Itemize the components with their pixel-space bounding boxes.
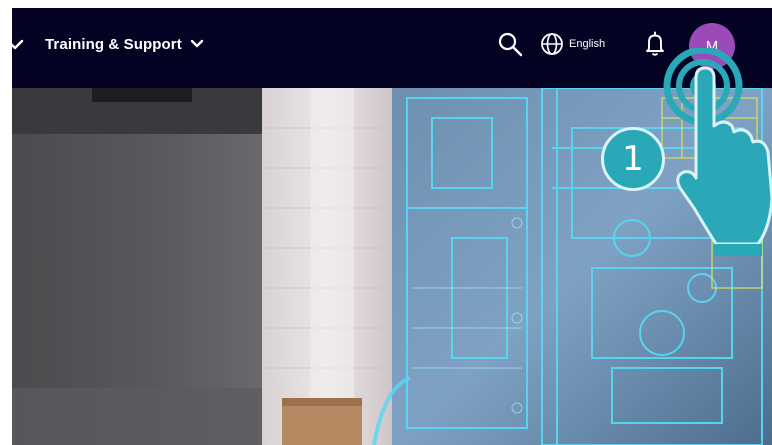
step-number: 1: [622, 139, 644, 179]
language-selector[interactable]: English: [540, 30, 605, 58]
search-icon[interactable]: [496, 30, 524, 58]
step-number-badge: 1: [601, 127, 665, 191]
training-support-label: Training & Support: [45, 35, 182, 53]
globe-icon: [541, 33, 563, 55]
training-support-menu[interactable]: Training & Support: [45, 32, 204, 56]
screenshot-frame: Training & Support English M 1: [0, 0, 772, 445]
chevron-down-icon: [190, 39, 203, 48]
chevron-down-icon[interactable]: [12, 35, 26, 55]
